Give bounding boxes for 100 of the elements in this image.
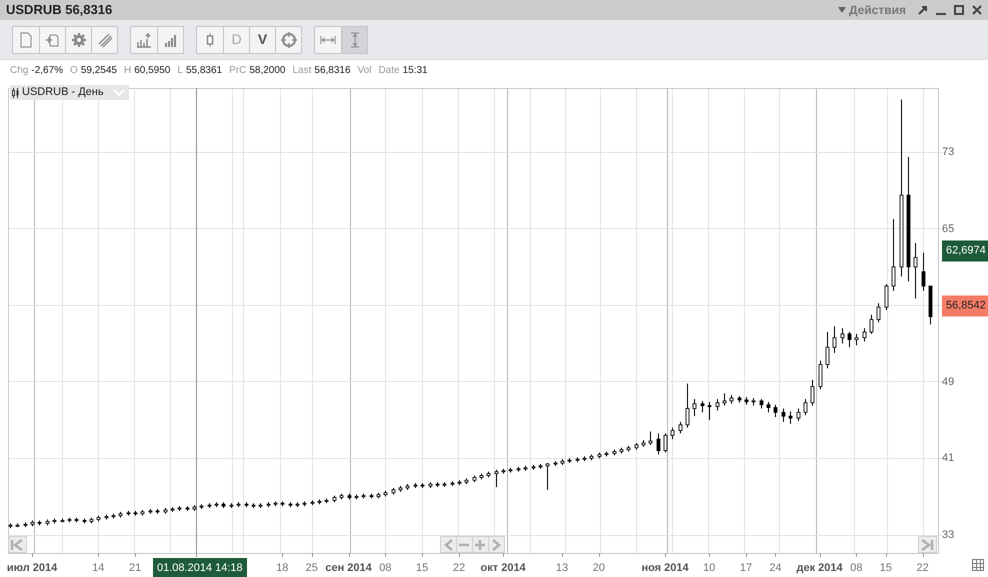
scroll-to-start-button[interactable] <box>8 536 27 553</box>
axis-label: 22 <box>916 561 929 576</box>
candle <box>532 464 536 470</box>
candle <box>678 421 682 434</box>
candle <box>148 508 152 514</box>
toolbar-button[interactable] <box>39 26 65 52</box>
maximize-icon[interactable] <box>954 5 964 15</box>
candle <box>708 401 712 420</box>
toolbar-button[interactable] <box>315 26 341 52</box>
scroll-to-end-button[interactable] <box>918 536 937 553</box>
candle <box>16 522 20 528</box>
add-document-icon <box>44 32 60 48</box>
candle <box>252 502 256 509</box>
series-selector[interactable]: USDRUB - День <box>10 85 129 100</box>
toolbar-button[interactable] <box>157 26 183 52</box>
axis-label: 17 <box>740 561 752 576</box>
stat-value: 55,8361 <box>186 64 222 78</box>
candle <box>90 517 94 524</box>
candle <box>782 408 786 422</box>
stat-label: Chg <box>10 64 28 78</box>
stat-label: Date <box>378 64 400 78</box>
candle <box>560 458 564 466</box>
candle <box>428 482 432 488</box>
pop-out-icon[interactable] <box>918 5 928 15</box>
candle <box>296 502 300 508</box>
scroll-right-button[interactable] <box>488 536 505 553</box>
candle <box>700 400 704 413</box>
candle <box>310 500 314 506</box>
axis-label: 08 <box>379 561 392 576</box>
axis-label: 73 <box>942 144 954 160</box>
candle <box>384 490 388 498</box>
toolbar-button[interactable]: V <box>249 26 275 52</box>
candle <box>178 506 182 512</box>
candle <box>854 333 858 346</box>
candle <box>774 404 778 418</box>
candle <box>464 478 468 485</box>
candle <box>582 456 586 462</box>
stat-label: Vol <box>358 64 372 78</box>
scroll-left-button[interactable] <box>440 536 457 553</box>
candle <box>502 468 506 474</box>
candle <box>524 465 528 472</box>
toolbar-button[interactable] <box>275 26 301 52</box>
candle <box>258 502 262 509</box>
stat-value: -2,67% <box>31 64 64 78</box>
toolbar-button[interactable] <box>91 26 117 52</box>
candle <box>722 392 726 406</box>
axis-label: 21 <box>128 561 142 576</box>
candle <box>480 473 484 480</box>
candle <box>848 331 852 348</box>
window-title: USDRUB 56,8316 <box>6 1 112 20</box>
candle <box>332 495 336 503</box>
axis-label: 41 <box>942 451 954 466</box>
toolbar-button[interactable] <box>341 26 367 52</box>
price-marker: 62,6974 <box>942 240 988 262</box>
candle <box>590 454 594 461</box>
toolbar-button[interactable] <box>13 26 39 52</box>
close-icon[interactable] <box>972 5 982 15</box>
candle <box>538 464 542 470</box>
candle <box>68 517 72 523</box>
candle <box>604 451 608 457</box>
candle <box>140 509 144 516</box>
candle <box>568 458 572 464</box>
candle <box>744 396 748 406</box>
candle <box>200 504 204 510</box>
stat-label: PrC <box>229 64 246 78</box>
candle <box>8 522 12 529</box>
candle <box>30 520 34 527</box>
stat-label: O <box>70 64 78 78</box>
toolbar-button[interactable] <box>65 26 91 52</box>
candle <box>472 475 476 483</box>
axis-label: 33 <box>942 528 954 543</box>
zoom-in-button[interactable] <box>472 536 489 553</box>
axis-label: 49 <box>942 374 954 390</box>
toolbar-button[interactable] <box>197 26 223 52</box>
candle <box>266 502 270 508</box>
candle <box>862 328 866 342</box>
candle <box>656 432 660 455</box>
chevron-down-icon <box>112 88 125 96</box>
candle <box>576 456 580 463</box>
candle <box>340 493 344 500</box>
candle <box>392 487 396 496</box>
axis-label: ноя 2014 <box>641 561 689 576</box>
toolbar-button[interactable] <box>131 26 157 52</box>
axis-label: 18 <box>276 561 288 576</box>
stat-value: 59,2545 <box>80 64 117 78</box>
candle <box>244 502 248 508</box>
zoom-out-button[interactable] <box>456 536 473 553</box>
candle <box>156 508 160 514</box>
candle <box>354 494 358 500</box>
stat-label: L <box>177 64 183 78</box>
candle <box>370 493 374 499</box>
axis-label: сен 2014 <box>325 561 372 576</box>
candle <box>494 469 498 488</box>
candle <box>928 286 932 325</box>
candle <box>450 480 454 487</box>
axis-label: 15 <box>880 561 892 576</box>
candle <box>112 513 116 520</box>
candle <box>612 449 616 456</box>
diagonal-lines-icon <box>96 32 112 48</box>
grid-icon[interactable] <box>972 559 984 571</box>
